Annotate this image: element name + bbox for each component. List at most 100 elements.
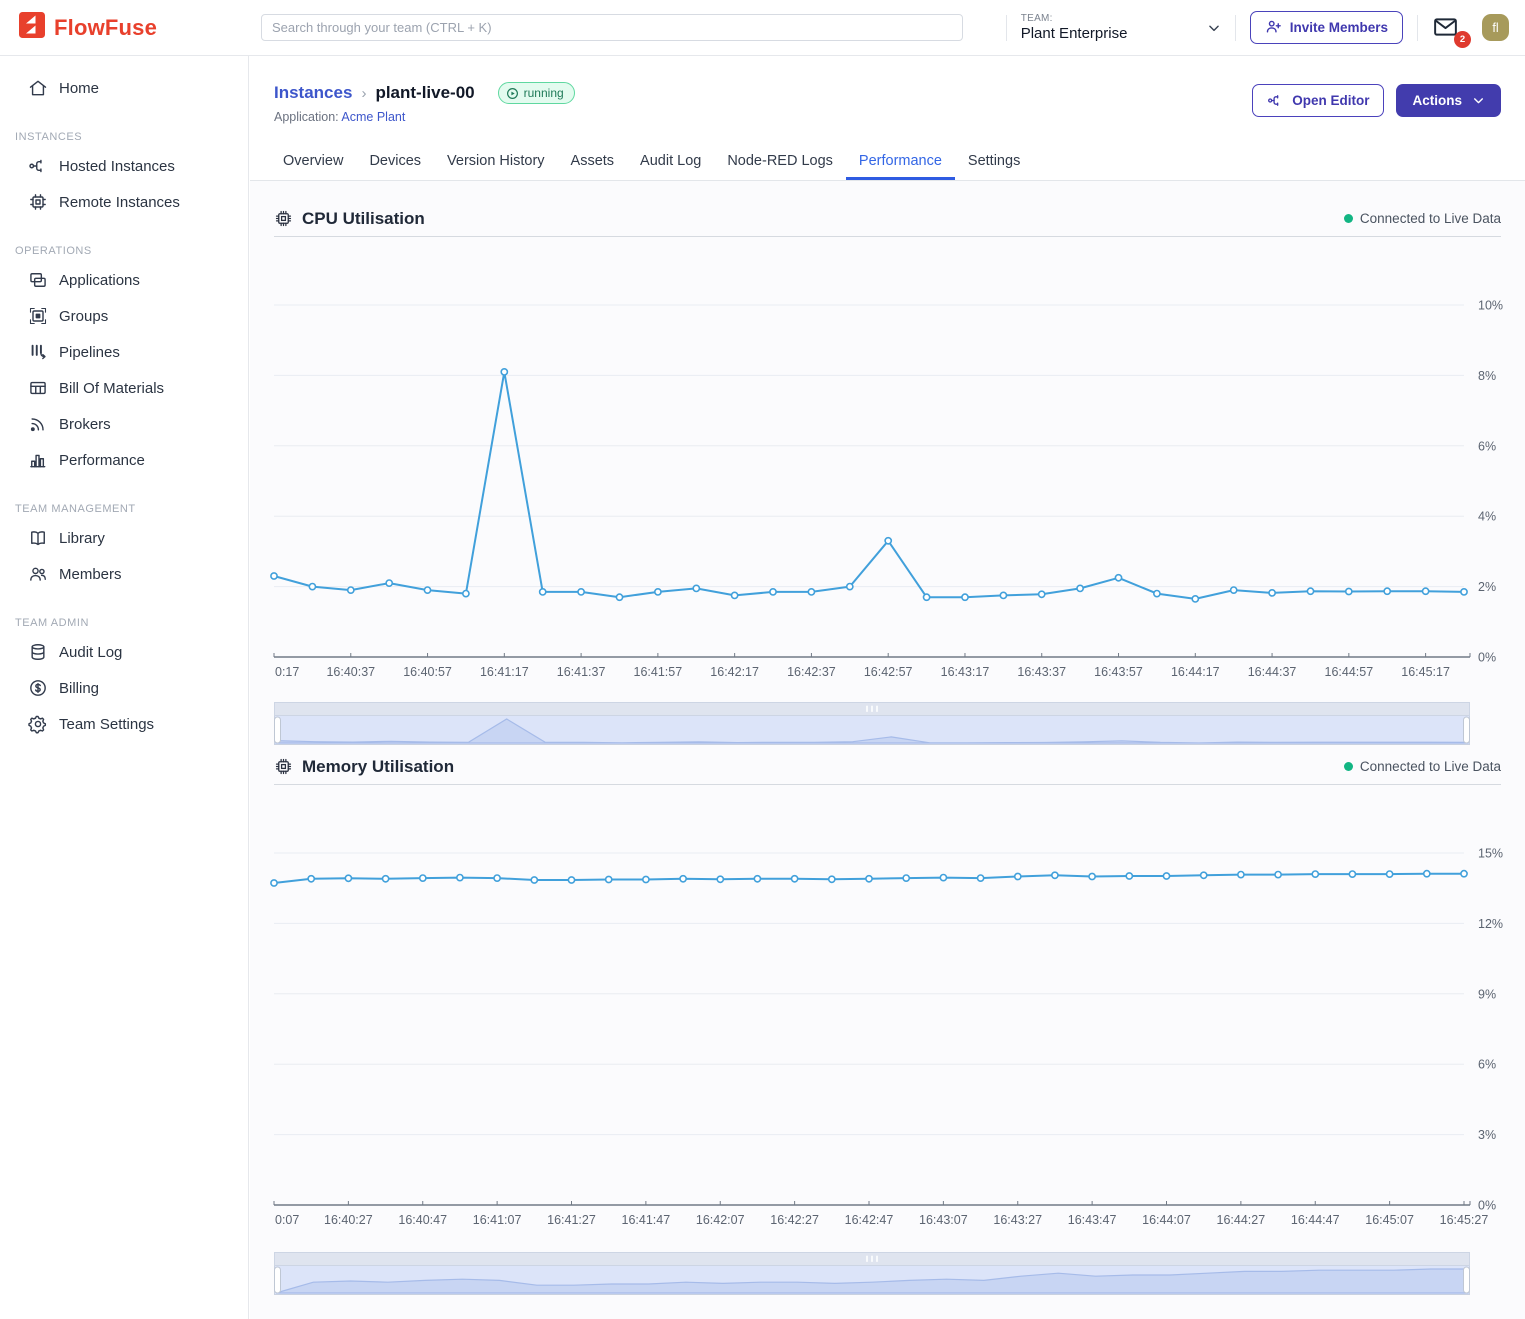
sidebar-item-billing[interactable]: Billing	[0, 670, 248, 706]
tab-settings[interactable]: Settings	[955, 145, 1033, 180]
invite-members-label: Invite Members	[1290, 20, 1388, 35]
svg-text:16:44:17: 16:44:17	[1171, 665, 1220, 679]
sidebar-item-label: Team Settings	[59, 716, 154, 733]
sidebar-item-applications[interactable]: Applications	[0, 262, 248, 298]
svg-text:16:44:47: 16:44:47	[1291, 1213, 1340, 1227]
sidebar-item-brokers[interactable]: Brokers	[0, 406, 248, 442]
sidebar-item-label: Billing	[59, 680, 99, 697]
svg-text:16:43:27: 16:43:27	[993, 1213, 1042, 1227]
library-icon	[28, 528, 48, 548]
sidebar-item-performance[interactable]: Performance	[0, 442, 248, 478]
team-settings-icon	[28, 714, 48, 734]
search-input[interactable]	[261, 14, 963, 41]
breadcrumb-separator: ›	[361, 85, 366, 102]
team-selector[interactable]: TEAM: Plant Enterprise	[1021, 13, 1171, 42]
avatar[interactable]: fl	[1482, 14, 1509, 41]
sidebar-item-library[interactable]: Library	[0, 520, 248, 556]
memory-zoom-brush[interactable]	[274, 1252, 1470, 1295]
memory-live-status-label: Connected to Live Data	[1360, 759, 1501, 774]
svg-text:16:45:07: 16:45:07	[1365, 1213, 1414, 1227]
svg-text:12%: 12%	[1478, 917, 1503, 931]
performance-content: CPU Utilisation Connected to Live Data 0…	[250, 181, 1525, 1319]
sidebar-item-label: Applications	[59, 272, 140, 289]
sidebar-item-members[interactable]: Members	[0, 556, 248, 592]
sidebar-item-groups[interactable]: Groups	[0, 298, 248, 334]
sidebar-item-label: Members	[59, 566, 122, 583]
sidebar-section-instances: INSTANCES	[0, 126, 248, 148]
team-name: Plant Enterprise	[1021, 25, 1171, 42]
tab-node-red-logs[interactable]: Node-RED Logs	[714, 145, 846, 180]
tab-version-history[interactable]: Version History	[434, 145, 558, 180]
svg-text:16:43:37: 16:43:37	[1017, 665, 1066, 679]
tab-overview[interactable]: Overview	[270, 145, 356, 180]
sidebar-item-label: Audit Log	[59, 644, 122, 661]
brush-handle-right[interactable]	[1464, 717, 1470, 743]
live-status-dot	[1344, 214, 1353, 223]
sidebar-item-audit-log[interactable]: Audit Log	[0, 634, 248, 670]
sidebar-item-bill-of-materials[interactable]: Bill Of Materials	[0, 370, 248, 406]
memory-chart: 0%3%6%9%12%15%0:0716:40:2716:40:4716:41:…	[274, 795, 1514, 1240]
bill-of-materials-icon	[28, 378, 48, 398]
svg-text:9%: 9%	[1478, 987, 1496, 1001]
applications-icon	[28, 270, 48, 290]
flowfuse-logo[interactable]: FlowFuse	[18, 11, 233, 44]
live-status-dot	[1344, 762, 1353, 771]
brush-handle-left[interactable]	[275, 1267, 281, 1293]
breadcrumb-instances-link[interactable]: Instances	[274, 83, 352, 103]
svg-text:16:41:37: 16:41:37	[557, 665, 606, 679]
divider	[1235, 15, 1236, 41]
svg-text:16:41:47: 16:41:47	[622, 1213, 671, 1227]
open-editor-button[interactable]: Open Editor	[1252, 84, 1384, 117]
sidebar-item-pipelines[interactable]: Pipelines	[0, 334, 248, 370]
cpu-section-title: CPU Utilisation	[302, 209, 425, 229]
actions-label: Actions	[1412, 93, 1462, 108]
svg-text:8%: 8%	[1478, 369, 1496, 383]
brush-handle-right[interactable]	[1464, 1267, 1470, 1293]
invite-members-button[interactable]: Invite Members	[1250, 11, 1403, 44]
application-link[interactable]: Acme Plant	[341, 110, 405, 124]
svg-text:16:40:37: 16:40:37	[326, 665, 375, 679]
svg-text:0%: 0%	[1478, 651, 1496, 665]
svg-text:16:45:17: 16:45:17	[1401, 665, 1450, 679]
tab-devices[interactable]: Devices	[356, 145, 434, 180]
svg-text:16:43:07: 16:43:07	[919, 1213, 968, 1227]
svg-text:16:41:27: 16:41:27	[547, 1213, 596, 1227]
svg-text:16:41:17: 16:41:17	[480, 665, 529, 679]
sidebar-item-home[interactable]: Home	[0, 70, 248, 106]
cpu-live-status: Connected to Live Data	[1344, 211, 1501, 226]
tab-performance[interactable]: Performance	[846, 145, 955, 180]
cpu-chip-icon	[274, 209, 293, 228]
sidebar-item-remote-instances[interactable]: Remote Instances	[0, 184, 248, 220]
svg-text:16:43:57: 16:43:57	[1094, 665, 1143, 679]
sidebar-item-team-settings[interactable]: Team Settings	[0, 706, 248, 742]
svg-text:16:42:27: 16:42:27	[770, 1213, 819, 1227]
sidebar-item-label: Groups	[59, 308, 108, 325]
cpu-zoom-brush[interactable]	[274, 702, 1470, 745]
person-plus-icon	[1265, 18, 1282, 38]
node-editor-icon	[1267, 92, 1284, 109]
notifications-button[interactable]: 2	[1432, 15, 1462, 41]
remote-instances-icon	[28, 192, 48, 212]
svg-text:16:40:57: 16:40:57	[403, 665, 452, 679]
sidebar-item-label: Bill Of Materials	[59, 380, 164, 397]
actions-button[interactable]: Actions	[1396, 84, 1501, 117]
tab-audit-log[interactable]: Audit Log	[627, 145, 714, 180]
svg-text:4%: 4%	[1478, 510, 1496, 524]
svg-text:16:42:47: 16:42:47	[845, 1213, 894, 1227]
sidebar-item-hosted-instances[interactable]: Hosted Instances	[0, 148, 248, 184]
sidebar-item-label: Brokers	[59, 416, 111, 433]
team-chevron-down-icon[interactable]	[1207, 21, 1221, 35]
memory-section-title: Memory Utilisation	[302, 757, 454, 777]
play-circle-icon	[506, 87, 519, 100]
groups-icon	[28, 306, 48, 326]
brush-handle-left[interactable]	[275, 717, 281, 743]
members-icon	[28, 564, 48, 584]
team-label: TEAM:	[1021, 13, 1171, 25]
tab-assets[interactable]: Assets	[558, 145, 628, 180]
divider	[1006, 15, 1007, 41]
notification-count-badge: 2	[1454, 31, 1471, 48]
brokers-icon	[28, 414, 48, 434]
performance-icon	[28, 450, 48, 470]
svg-text:16:42:17: 16:42:17	[710, 665, 759, 679]
svg-text:16:40:47: 16:40:47	[398, 1213, 447, 1227]
